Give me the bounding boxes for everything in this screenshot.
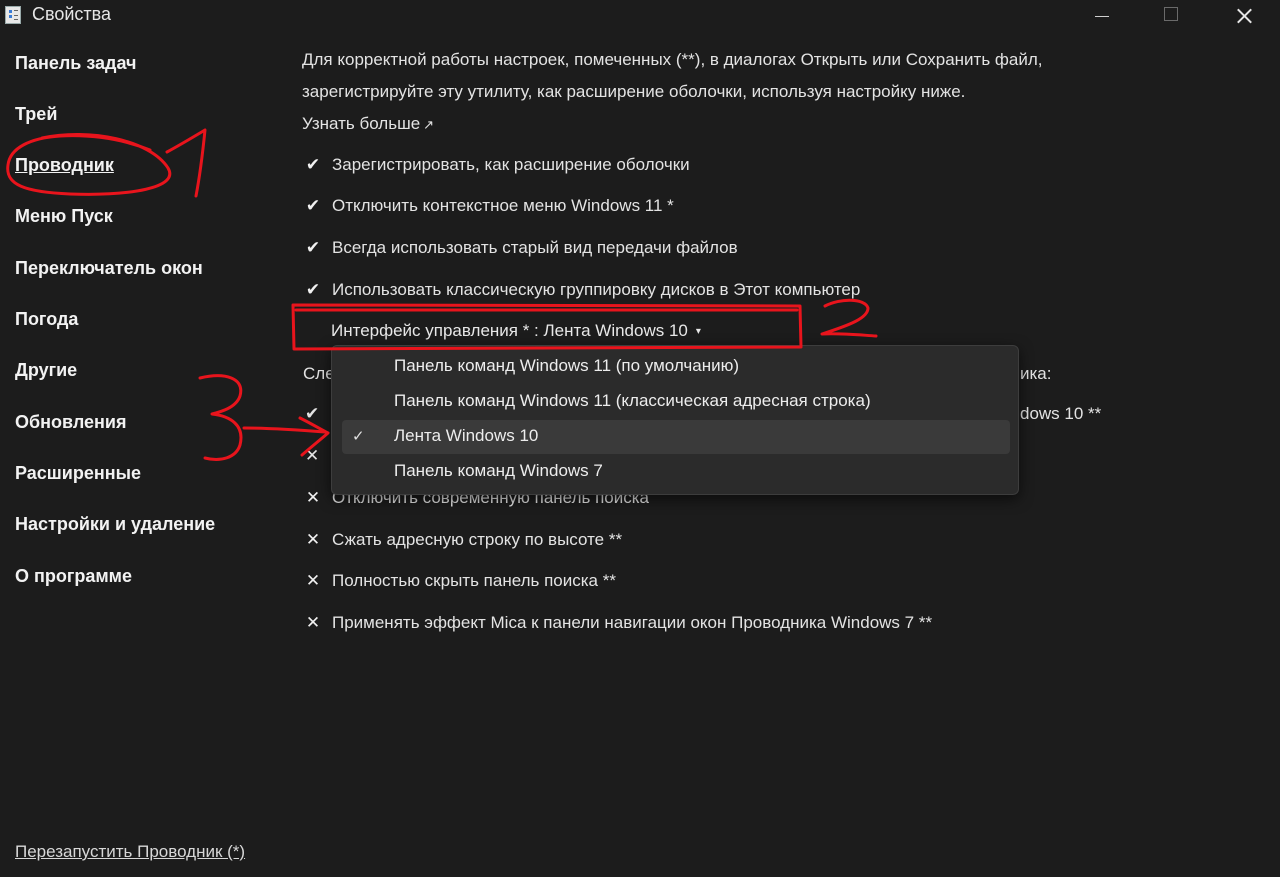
- sidebar-item-settings-uninstall[interactable]: Настройки и удаление: [15, 514, 215, 535]
- option-label: Зарегистрировать, как расширение оболочк…: [332, 155, 690, 174]
- checkmark-icon: ✔: [305, 196, 321, 215]
- info-text-line-2: зарегистрируйте эту утилиту, как расшире…: [302, 82, 966, 101]
- control-interface-value: Лента Windows 10: [543, 321, 688, 340]
- cross-icon: ✕: [305, 613, 321, 632]
- sidebar-item-about[interactable]: О программе: [15, 566, 132, 587]
- option-label: Применять эффект Mica к панели навигации…: [332, 613, 933, 632]
- learn-more-label: Узнать больше: [302, 114, 421, 133]
- sidebar-item-window-switcher[interactable]: Переключатель окон: [15, 258, 203, 279]
- dropdown-option-label: Панель команд Windows 11 (классическая а…: [394, 391, 871, 410]
- sidebar-item-other[interactable]: Другие: [15, 360, 77, 381]
- sidebar-item-tray[interactable]: Трей: [15, 104, 57, 125]
- minimize-button[interactable]: [1077, 0, 1127, 30]
- cross-icon: ✕: [305, 530, 321, 549]
- hidden-text-fragment: Сле: [303, 364, 335, 383]
- cross-icon: ✕: [305, 488, 321, 507]
- cross-icon: ✕: [305, 571, 321, 590]
- hidden-text-fragment: ика:: [1020, 364, 1052, 383]
- external-link-icon: ↗: [423, 117, 435, 132]
- dropdown-option[interactable]: Панель команд Windows 7: [342, 455, 1010, 489]
- control-interface-label: Интерфейс управления * :: [331, 321, 544, 340]
- annotation-number-3: [198, 374, 243, 461]
- option-label: Использовать классическую группировку ди…: [332, 280, 861, 299]
- annotation-number-2: [820, 298, 878, 338]
- checkmark-icon: ✔: [305, 155, 321, 174]
- sidebar-item-updates[interactable]: Обновления: [15, 412, 126, 433]
- option-label: Сжать адресную строку по высоте **: [332, 530, 623, 549]
- close-button[interactable]: [1219, 0, 1269, 30]
- dropdown-option[interactable]: Панель команд Windows 11 (по умолчанию): [342, 350, 1010, 384]
- title-bar: Свойства: [0, 0, 1280, 30]
- checkmark-icon: ✔: [305, 404, 320, 423]
- annotation-arrow: [242, 426, 327, 434]
- sidebar-item-start-menu[interactable]: Меню Пуск: [15, 206, 113, 227]
- properties-window: Свойства Панель задач Трей Проводник Мен…: [0, 0, 1280, 877]
- dropdown-option[interactable]: Панель команд Windows 11 (классическая а…: [342, 385, 1010, 419]
- app-icon: [5, 6, 21, 24]
- window-title: Свойства: [32, 4, 112, 24]
- sidebar-item-taskbar[interactable]: Панель задач: [15, 53, 137, 74]
- check-icon: ✓: [352, 428, 365, 445]
- control-interface-dropdown-menu: Панель команд Windows 11 (по умолчанию) …: [331, 345, 1019, 495]
- option-label: Всегда использовать старый вид передачи …: [332, 238, 738, 257]
- dropdown-option-label: Панель команд Windows 11 (по умолчанию): [394, 356, 740, 375]
- sidebar-item-explorer[interactable]: Проводник: [15, 155, 114, 176]
- option-label: Полностью скрыть панель поиска **: [332, 571, 616, 590]
- checkmark-icon: ✔: [305, 238, 321, 257]
- sidebar-item-advanced[interactable]: Расширенные: [15, 463, 141, 484]
- annotation-number-1: [165, 128, 207, 198]
- hidden-text-fragment: dows 10 **: [1020, 404, 1102, 423]
- learn-more-link[interactable]: Узнать больше ↗: [302, 114, 434, 134]
- info-text-line-1: Для корректной работы настроек, помеченн…: [302, 50, 1043, 69]
- maximize-button[interactable]: [1147, 0, 1197, 30]
- checkmark-icon: ✔: [305, 280, 321, 299]
- sidebar-item-weather[interactable]: Погода: [15, 309, 78, 330]
- chevron-down-icon: ▾: [695, 326, 701, 337]
- dropdown-option-label: Лента Windows 10: [394, 426, 539, 445]
- cross-icon: ✕: [305, 446, 320, 465]
- option-label: Отключить контекстное меню Windows 11 *: [332, 196, 674, 215]
- restart-explorer-link[interactable]: Перезапустить Проводник (*): [15, 842, 245, 862]
- dropdown-option-selected[interactable]: ✓ Лента Windows 10: [342, 420, 1010, 454]
- control-interface-dropdown[interactable]: Интерфейс управления * : Лента Windows 1…: [331, 321, 701, 341]
- dropdown-option-label: Панель команд Windows 7: [394, 461, 603, 480]
